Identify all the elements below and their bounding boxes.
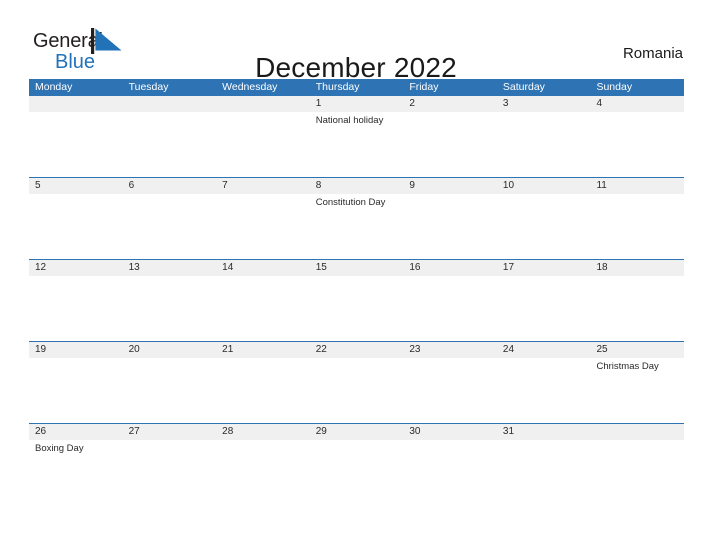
day-number: 11 xyxy=(596,180,607,191)
week-row: 12 13 14 15 16 17 18 xyxy=(29,259,684,341)
day-number: 20 xyxy=(128,344,140,355)
day-cell[interactable]: 25 Christmas Day xyxy=(590,342,684,423)
day-cell[interactable]: 1 National holiday xyxy=(310,96,404,177)
day-number: 18 xyxy=(596,262,608,273)
page-header: General Blue December 2022 Romania xyxy=(0,0,712,83)
day-cell[interactable]: 14 xyxy=(216,260,310,341)
day-cell[interactable]: 15 xyxy=(310,260,404,341)
day-number: 13 xyxy=(128,262,140,273)
day-number: 10 xyxy=(502,180,515,191)
day-number: 19 xyxy=(35,344,47,355)
week-cells: 19 20 21 22 23 24 25 Christmas Day xyxy=(29,342,684,423)
day-event-label: National holiday xyxy=(315,115,384,126)
day-number: 16 xyxy=(409,262,421,273)
day-cell[interactable]: 31 xyxy=(497,424,591,505)
region-label: Romania xyxy=(622,45,683,62)
day-cell[interactable]: 10 xyxy=(497,178,591,259)
day-cell[interactable]: 22 xyxy=(310,342,404,423)
day-cell[interactable]: 9 xyxy=(403,178,497,259)
weekday-header-tuesday: Tuesday xyxy=(128,81,169,93)
day-cell[interactable]: 26 Boxing Day xyxy=(29,424,123,505)
day-cell[interactable]: 16 xyxy=(403,260,497,341)
day-number: 4 xyxy=(596,98,603,109)
day-number: 23 xyxy=(409,344,421,355)
weekday-header-friday: Friday xyxy=(409,81,439,93)
day-cell[interactable]: 11 xyxy=(590,178,684,259)
day-number: 29 xyxy=(315,426,327,437)
day-cell-empty xyxy=(29,96,123,177)
day-number: 26 xyxy=(35,426,47,437)
day-event-label: Constitution Day xyxy=(315,197,386,208)
day-event-label: Boxing Day xyxy=(35,443,84,454)
day-number: 8 xyxy=(315,180,322,191)
week-row: 19 20 21 22 23 24 25 Christmas Day xyxy=(29,341,684,423)
day-number: 12 xyxy=(35,262,47,273)
day-cell[interactable]: 29 xyxy=(310,424,404,505)
day-cell[interactable]: 4 xyxy=(590,96,684,177)
day-number: 15 xyxy=(315,262,327,273)
day-cell[interactable]: 13 xyxy=(123,260,217,341)
weekday-header-wednesday: Wednesday xyxy=(222,81,278,93)
weekday-header-sunday: Sunday xyxy=(596,81,633,93)
day-number: 22 xyxy=(315,344,327,355)
weekday-header-monday: Monday xyxy=(35,81,73,93)
day-number: 28 xyxy=(222,426,234,437)
day-number: 1 xyxy=(315,98,322,109)
week-row: 1 National holiday 2 3 4 xyxy=(29,96,684,177)
calendar-grid: Monday Tuesday Wednesday Thursday Friday Satu… xyxy=(29,79,684,505)
day-number: 14 xyxy=(222,262,234,273)
flag-triangle-icon xyxy=(91,28,122,54)
week-row: 5 6 7 8 Constitution Day 9 10 11 xyxy=(29,177,684,259)
week-cells: 26 Boxing Day 27 28 29 30 31 xyxy=(29,424,684,505)
day-cell[interactable]: 19 xyxy=(29,342,123,423)
week-cells: 5 6 7 8 Constitution Day 9 10 11 xyxy=(29,178,684,259)
day-number: 3 xyxy=(502,98,509,109)
week-cells: 12 13 14 15 16 17 18 xyxy=(29,260,684,341)
day-number: 17 xyxy=(502,262,515,273)
day-cell[interactable]: 8 Constitution Day xyxy=(310,178,404,259)
weekday-header-row: Monday Tuesday Wednesday Thursday Friday Satu… xyxy=(29,79,684,96)
day-cell[interactable]: 2 xyxy=(403,96,497,177)
day-number: 5 xyxy=(35,180,41,191)
day-cell[interactable]: 20 xyxy=(123,342,217,423)
day-cell[interactable]: 30 xyxy=(403,424,497,505)
day-cell[interactable]: 12 xyxy=(29,260,123,341)
day-cell[interactable]: 17 xyxy=(497,260,591,341)
day-number: 25 xyxy=(596,344,608,355)
week-row: 26 Boxing Day 27 28 29 30 31 xyxy=(29,423,684,505)
day-cell[interactable]: 27 xyxy=(123,424,217,505)
day-cell[interactable]: 18 xyxy=(590,260,684,341)
day-cell[interactable]: 7 xyxy=(216,178,310,259)
day-cell[interactable]: 23 xyxy=(403,342,497,423)
day-cell[interactable]: 21 xyxy=(216,342,310,423)
weeks-container: 1 National holiday 2 3 4 5 6 7 8 Constitution Day… xyxy=(29,96,684,505)
day-number: 6 xyxy=(128,180,135,191)
weekday-header-saturday: Saturday xyxy=(502,81,545,93)
day-number: 30 xyxy=(409,426,421,437)
day-cell-empty xyxy=(590,424,684,505)
day-cell[interactable]: 5 xyxy=(29,178,123,259)
day-number: 24 xyxy=(502,344,515,355)
weekday-header-thursday: Thursday xyxy=(315,81,360,93)
day-cell[interactable]: 28 xyxy=(216,424,310,505)
day-number: 27 xyxy=(128,426,140,437)
day-number: 9 xyxy=(409,180,415,191)
week-cells: 1 National holiday 2 3 4 xyxy=(29,96,684,177)
day-number: 31 xyxy=(502,426,515,437)
day-event-label: Christmas Day xyxy=(596,361,659,372)
day-number: 7 xyxy=(222,180,228,191)
day-cell-empty xyxy=(123,96,217,177)
day-number: 2 xyxy=(409,98,415,109)
day-cell[interactable]: 6 xyxy=(123,178,217,259)
day-number: 21 xyxy=(222,344,234,355)
day-cell[interactable]: 3 xyxy=(497,96,591,177)
day-cell-empty xyxy=(216,96,310,177)
day-cell[interactable]: 24 xyxy=(497,342,591,423)
